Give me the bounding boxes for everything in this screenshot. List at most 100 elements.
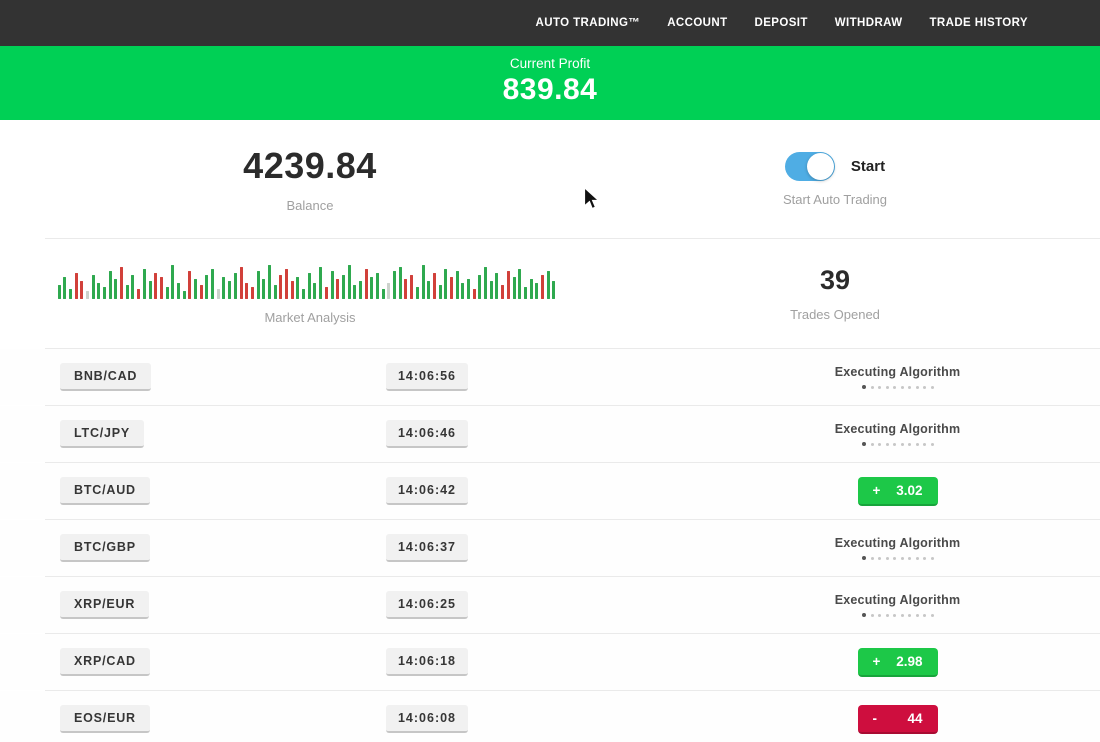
candle-bar (467, 279, 470, 299)
candle-bar (234, 273, 237, 299)
candle-bar (513, 277, 516, 299)
result-sign: + (873, 654, 881, 669)
candle-bar (336, 279, 339, 299)
candle-bar (268, 265, 271, 299)
progress-dot (886, 386, 889, 389)
progress-dot (862, 613, 867, 618)
candle-bar (137, 289, 140, 299)
candle-bar (75, 273, 78, 299)
candle-bar (188, 271, 191, 299)
pair-badge: LTC/JPY (60, 420, 144, 448)
progress-dot (931, 443, 934, 446)
progress-dot (862, 556, 867, 561)
progress-dot (931, 557, 934, 560)
candle-bar (200, 285, 203, 299)
candle-bar (478, 275, 481, 299)
progress-dot (916, 443, 919, 446)
candle-bar (171, 265, 174, 299)
candle-bar (131, 275, 134, 299)
candle-bar (404, 279, 407, 299)
progress-dots (862, 442, 934, 447)
executing-algorithm-label: Executing Algorithm (835, 536, 961, 550)
balance-label: Balance (287, 198, 334, 213)
candle-bar (348, 265, 351, 299)
candle-bar (279, 275, 282, 299)
time-badge: 14:06:42 (386, 477, 468, 505)
candle-bar (143, 269, 146, 299)
candle-bar (109, 271, 112, 299)
balance-block: 4239.84 Balance (0, 120, 620, 238)
trade-row: XRP/CAD14:06:18+2.98 (0, 634, 1100, 690)
candle-bar (342, 275, 345, 299)
progress-dot (901, 614, 904, 617)
candle-bar (114, 279, 117, 299)
nav-item-auto-trading[interactable]: AUTO TRADING™ (536, 17, 641, 29)
pair-badge: BTC/GBP (60, 534, 150, 562)
candle-bar (456, 271, 459, 299)
candle-bar (183, 291, 186, 299)
progress-dots (862, 613, 934, 618)
market-analysis-chart (58, 263, 563, 299)
progress-dot (871, 557, 874, 560)
progress-dot (923, 443, 926, 446)
candle-bar (359, 281, 362, 299)
profit-banner-label: Current Profit (0, 56, 1100, 71)
progress-dot (923, 614, 926, 617)
candle-bar (439, 285, 442, 299)
candle-bar (245, 283, 248, 299)
progress-dot (931, 386, 934, 389)
candle-bar (205, 275, 208, 299)
candle-bar (80, 281, 83, 299)
candle-bar (126, 285, 129, 299)
candle-bar (319, 267, 322, 299)
nav-item-account[interactable]: ACCOUNT (667, 17, 727, 29)
candle-bar (103, 287, 106, 299)
progress-dot (908, 443, 911, 446)
candle-bar (382, 289, 385, 299)
progress-dot (923, 386, 926, 389)
top-navbar: AUTO TRADING™ ACCOUNT DEPOSIT WITHDRAW TRADE… (0, 0, 1100, 46)
trade-row: XRP/EUR14:06:25Executing Algorithm (0, 577, 1100, 633)
candle-bar (149, 281, 152, 299)
candle-bar (541, 275, 544, 299)
executing-algorithm-label: Executing Algorithm (835, 593, 961, 607)
trades-opened-value: 39 (820, 265, 850, 296)
candle-bar (325, 287, 328, 299)
candle-bar (194, 279, 197, 299)
time-badge: 14:06:46 (386, 420, 468, 448)
trades-opened-caption: Trades Opened (790, 307, 880, 322)
candle-bar (484, 267, 487, 299)
progress-dot (886, 614, 889, 617)
progress-dot (893, 386, 896, 389)
candle-bar (490, 281, 493, 299)
time-badge: 14:06:18 (386, 648, 468, 676)
result-sign: + (873, 483, 881, 498)
executing-algorithm-label: Executing Algorithm (835, 422, 961, 436)
nav-item-withdraw[interactable]: WITHDRAW (835, 17, 903, 29)
candle-bar (222, 277, 225, 299)
candle-bar (120, 267, 123, 299)
candle-bar (495, 273, 498, 299)
auto-trading-toggle[interactable] (785, 152, 835, 181)
progress-dot (871, 614, 874, 617)
progress-dot (901, 557, 904, 560)
trades-table: BNB/CAD14:06:56Executing AlgorithmLTC/JP… (0, 348, 1100, 742)
profit-badge: +2.98 (858, 648, 938, 677)
market-section: Market Analysis 39 Trades Opened (0, 239, 1100, 348)
candle-bar (473, 289, 476, 299)
progress-dot (908, 614, 911, 617)
candle-bar (240, 267, 243, 299)
candle-bar (524, 287, 527, 299)
progress-dot (862, 385, 867, 390)
candle-bar (92, 275, 95, 299)
candle-bar (399, 267, 402, 299)
progress-dot (893, 557, 896, 560)
progress-dot (878, 386, 881, 389)
auto-trading-block: Start Start Auto Trading (620, 120, 1100, 238)
nav-item-deposit[interactable]: DEPOSIT (755, 17, 808, 29)
candle-bar (154, 273, 157, 299)
nav-item-trade-history[interactable]: TRADE HISTORY (930, 17, 1029, 29)
candle-bar (552, 281, 555, 299)
candle-bar (535, 283, 538, 299)
start-auto-trading-caption: Start Auto Trading (783, 192, 887, 207)
